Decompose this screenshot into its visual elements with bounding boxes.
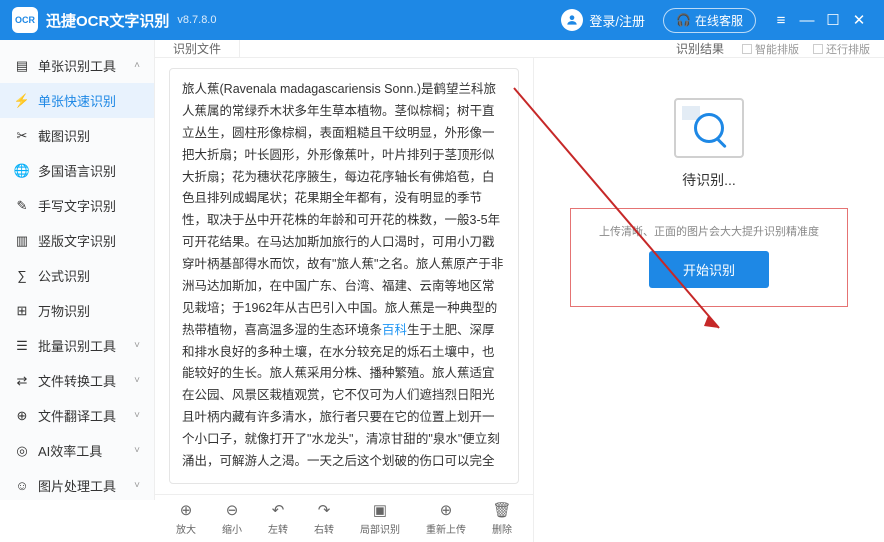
sidebar-label: 单张识别工具 (38, 56, 116, 75)
avatar-icon[interactable] (561, 9, 583, 31)
sidebar-label: 截图识别 (38, 126, 90, 145)
sidebar-icon: 🌐 (14, 163, 30, 179)
chevron-icon: ˄ (134, 60, 140, 71)
toolbar-button[interactable]: ↶ 左转 (268, 501, 288, 536)
sidebar-label: 图片处理工具 (38, 476, 116, 495)
baike-link[interactable]: 百科 (382, 323, 407, 337)
sidebar-item[interactable]: ∑ 公式识别 (0, 258, 154, 293)
sidebar-item[interactable]: ⇄ 文件转换工具 ˅ (0, 363, 154, 398)
search-placeholder-icon (674, 98, 744, 158)
toolbar-button[interactable]: ▣ 局部识别 (360, 501, 400, 536)
toolbar-label: 重新上传 (426, 521, 466, 536)
sidebar-icon: ⇄ (14, 373, 30, 389)
sidebar-item[interactable]: ▥ 竖版文字识别 (0, 223, 154, 258)
sidebar-item[interactable]: ✎ 手写文字识别 (0, 188, 154, 223)
sidebar-item[interactable]: ▤ 单张识别工具 ˄ (0, 48, 154, 83)
toolbar-button[interactable]: ↷ 右转 (314, 501, 334, 536)
toolbar-label: 右转 (314, 521, 334, 536)
toolbar-icon: ⊕ (440, 501, 453, 519)
titlebar: OCR 迅捷OCR文字识别 v8.7.8.0 登录/注册 🎧在线客服 ≡ — ☐… (0, 0, 884, 40)
document-text: 旅人蕉(Ravenala madagascariensis Sonn.)是鹤望兰… (169, 68, 519, 484)
magnifier-icon (694, 113, 724, 143)
minimize-button[interactable]: — (794, 12, 820, 29)
menu-icon[interactable]: ≡ (768, 12, 794, 29)
toolbar-icon: ↶ (272, 501, 285, 519)
sidebar-icon: ◎ (14, 443, 30, 459)
toolbar-button[interactable]: ⊕ 重新上传 (426, 501, 466, 536)
toolbar-label: 左转 (268, 521, 288, 536)
doc-toolbar: ⊕ 放大 ⊖ 缩小 ↶ 左转 ↷ 右转 ▣ 局部识别 ⊕ 重新上传 🗑 删除 (155, 494, 533, 542)
online-service-button[interactable]: 🎧在线客服 (663, 8, 756, 33)
checkbox-icon (742, 44, 752, 54)
toolbar-label: 删除 (492, 521, 512, 536)
result-pane: 待识别... 上传清晰、正面的图片会大大提升识别精准度 开始识别 (534, 58, 884, 542)
sidebar-icon: ☺ (14, 478, 30, 493)
hint-text: 上传清晰、正面的图片会大大提升识别精准度 (599, 223, 819, 239)
sidebar-icon: ⊞ (14, 303, 30, 319)
sidebar-item[interactable]: ✂ 截图识别 (0, 118, 154, 153)
toolbar-icon: ↷ (318, 501, 331, 519)
sidebar: ▤ 单张识别工具 ˄ ⚡ 单张快速识别 ✂ 截图识别 🌐 多国语言识别 ✎ 手写文字识别 ▥ 竖版文字识… (0, 40, 155, 500)
sidebar-item[interactable]: ⊞ 万物识别 (0, 293, 154, 328)
layout-line-option[interactable]: 还行排版 (813, 41, 870, 57)
toolbar-label: 缩小 (222, 521, 242, 536)
layout-smart-option[interactable]: 智能排版 (742, 41, 799, 57)
sidebar-label: 文件翻译工具 (38, 406, 116, 425)
sidebar-icon: ✂ (14, 128, 30, 144)
headset-icon: 🎧 (676, 13, 691, 27)
close-button[interactable]: ✕ (846, 11, 872, 29)
sidebar-icon: ▤ (14, 58, 30, 74)
login-link[interactable]: 登录/注册 (589, 11, 645, 30)
sidebar-icon: ☰ (14, 338, 30, 354)
toolbar-label: 局部识别 (360, 521, 400, 536)
tab-result: 识别结果 (658, 40, 742, 57)
sidebar-label: 竖版文字识别 (38, 231, 116, 250)
start-recognize-button[interactable]: 开始识别 (649, 251, 769, 288)
chevron-icon: ˅ (134, 445, 140, 456)
sidebar-icon: ⚡ (14, 93, 30, 109)
toolbar-icon: ▣ (373, 501, 387, 519)
sidebar-label: 文件转换工具 (38, 371, 116, 390)
chevron-icon: ˅ (134, 480, 140, 491)
sidebar-icon: ✎ (14, 198, 30, 214)
sidebar-label: AI效率工具 (38, 441, 102, 460)
sidebar-item[interactable]: ☺ 图片处理工具 ˅ (0, 468, 154, 503)
sidebar-label: 多国语言识别 (38, 161, 116, 180)
chevron-icon: ˅ (134, 410, 140, 421)
sidebar-icon: ⊕ (14, 408, 30, 424)
sidebar-label: 批量识别工具 (38, 336, 116, 355)
toolbar-icon: ⊖ (226, 501, 239, 519)
waiting-label: 待识别... (682, 170, 736, 190)
sidebar-item[interactable]: 🌐 多国语言识别 (0, 153, 154, 188)
tabs-row: 识别文件 识别结果 智能排版 还行排版 (155, 40, 884, 58)
sidebar-label: 万物识别 (38, 301, 90, 320)
sidebar-label: 单张快速识别 (38, 91, 116, 110)
tab-file[interactable]: 识别文件 (155, 40, 240, 57)
app-version: v8.7.8.0 (177, 14, 216, 26)
sidebar-icon: ▥ (14, 233, 30, 249)
document-pane: 旅人蕉(Ravenala madagascariensis Sonn.)是鹤望兰… (155, 58, 534, 542)
toolbar-button[interactable]: 🗑 删除 (492, 501, 512, 536)
sidebar-label: 手写文字识别 (38, 196, 116, 215)
toolbar-button[interactable]: ⊕ 放大 (176, 501, 196, 536)
toolbar-icon: 🗑 (492, 501, 511, 519)
toolbar-button[interactable]: ⊖ 缩小 (222, 501, 242, 536)
app-name: 迅捷OCR文字识别 (46, 10, 169, 31)
app-logo: OCR (12, 7, 38, 33)
sidebar-item[interactable]: ⚡ 单张快速识别 (0, 83, 154, 118)
hint-box: 上传清晰、正面的图片会大大提升识别精准度 开始识别 (570, 208, 848, 307)
toolbar-icon: ⊕ (180, 501, 193, 519)
toolbar-label: 放大 (176, 521, 196, 536)
maximize-button[interactable]: ☐ (820, 11, 846, 29)
checkbox-icon (813, 44, 823, 54)
sidebar-item[interactable]: ⊕ 文件翻译工具 ˅ (0, 398, 154, 433)
sidebar-item[interactable]: ◎ AI效率工具 ˅ (0, 433, 154, 468)
sidebar-icon: ∑ (14, 268, 30, 283)
chevron-icon: ˅ (134, 375, 140, 386)
sidebar-label: 公式识别 (38, 266, 90, 285)
sidebar-item[interactable]: ☰ 批量识别工具 ˅ (0, 328, 154, 363)
chevron-icon: ˅ (134, 340, 140, 351)
